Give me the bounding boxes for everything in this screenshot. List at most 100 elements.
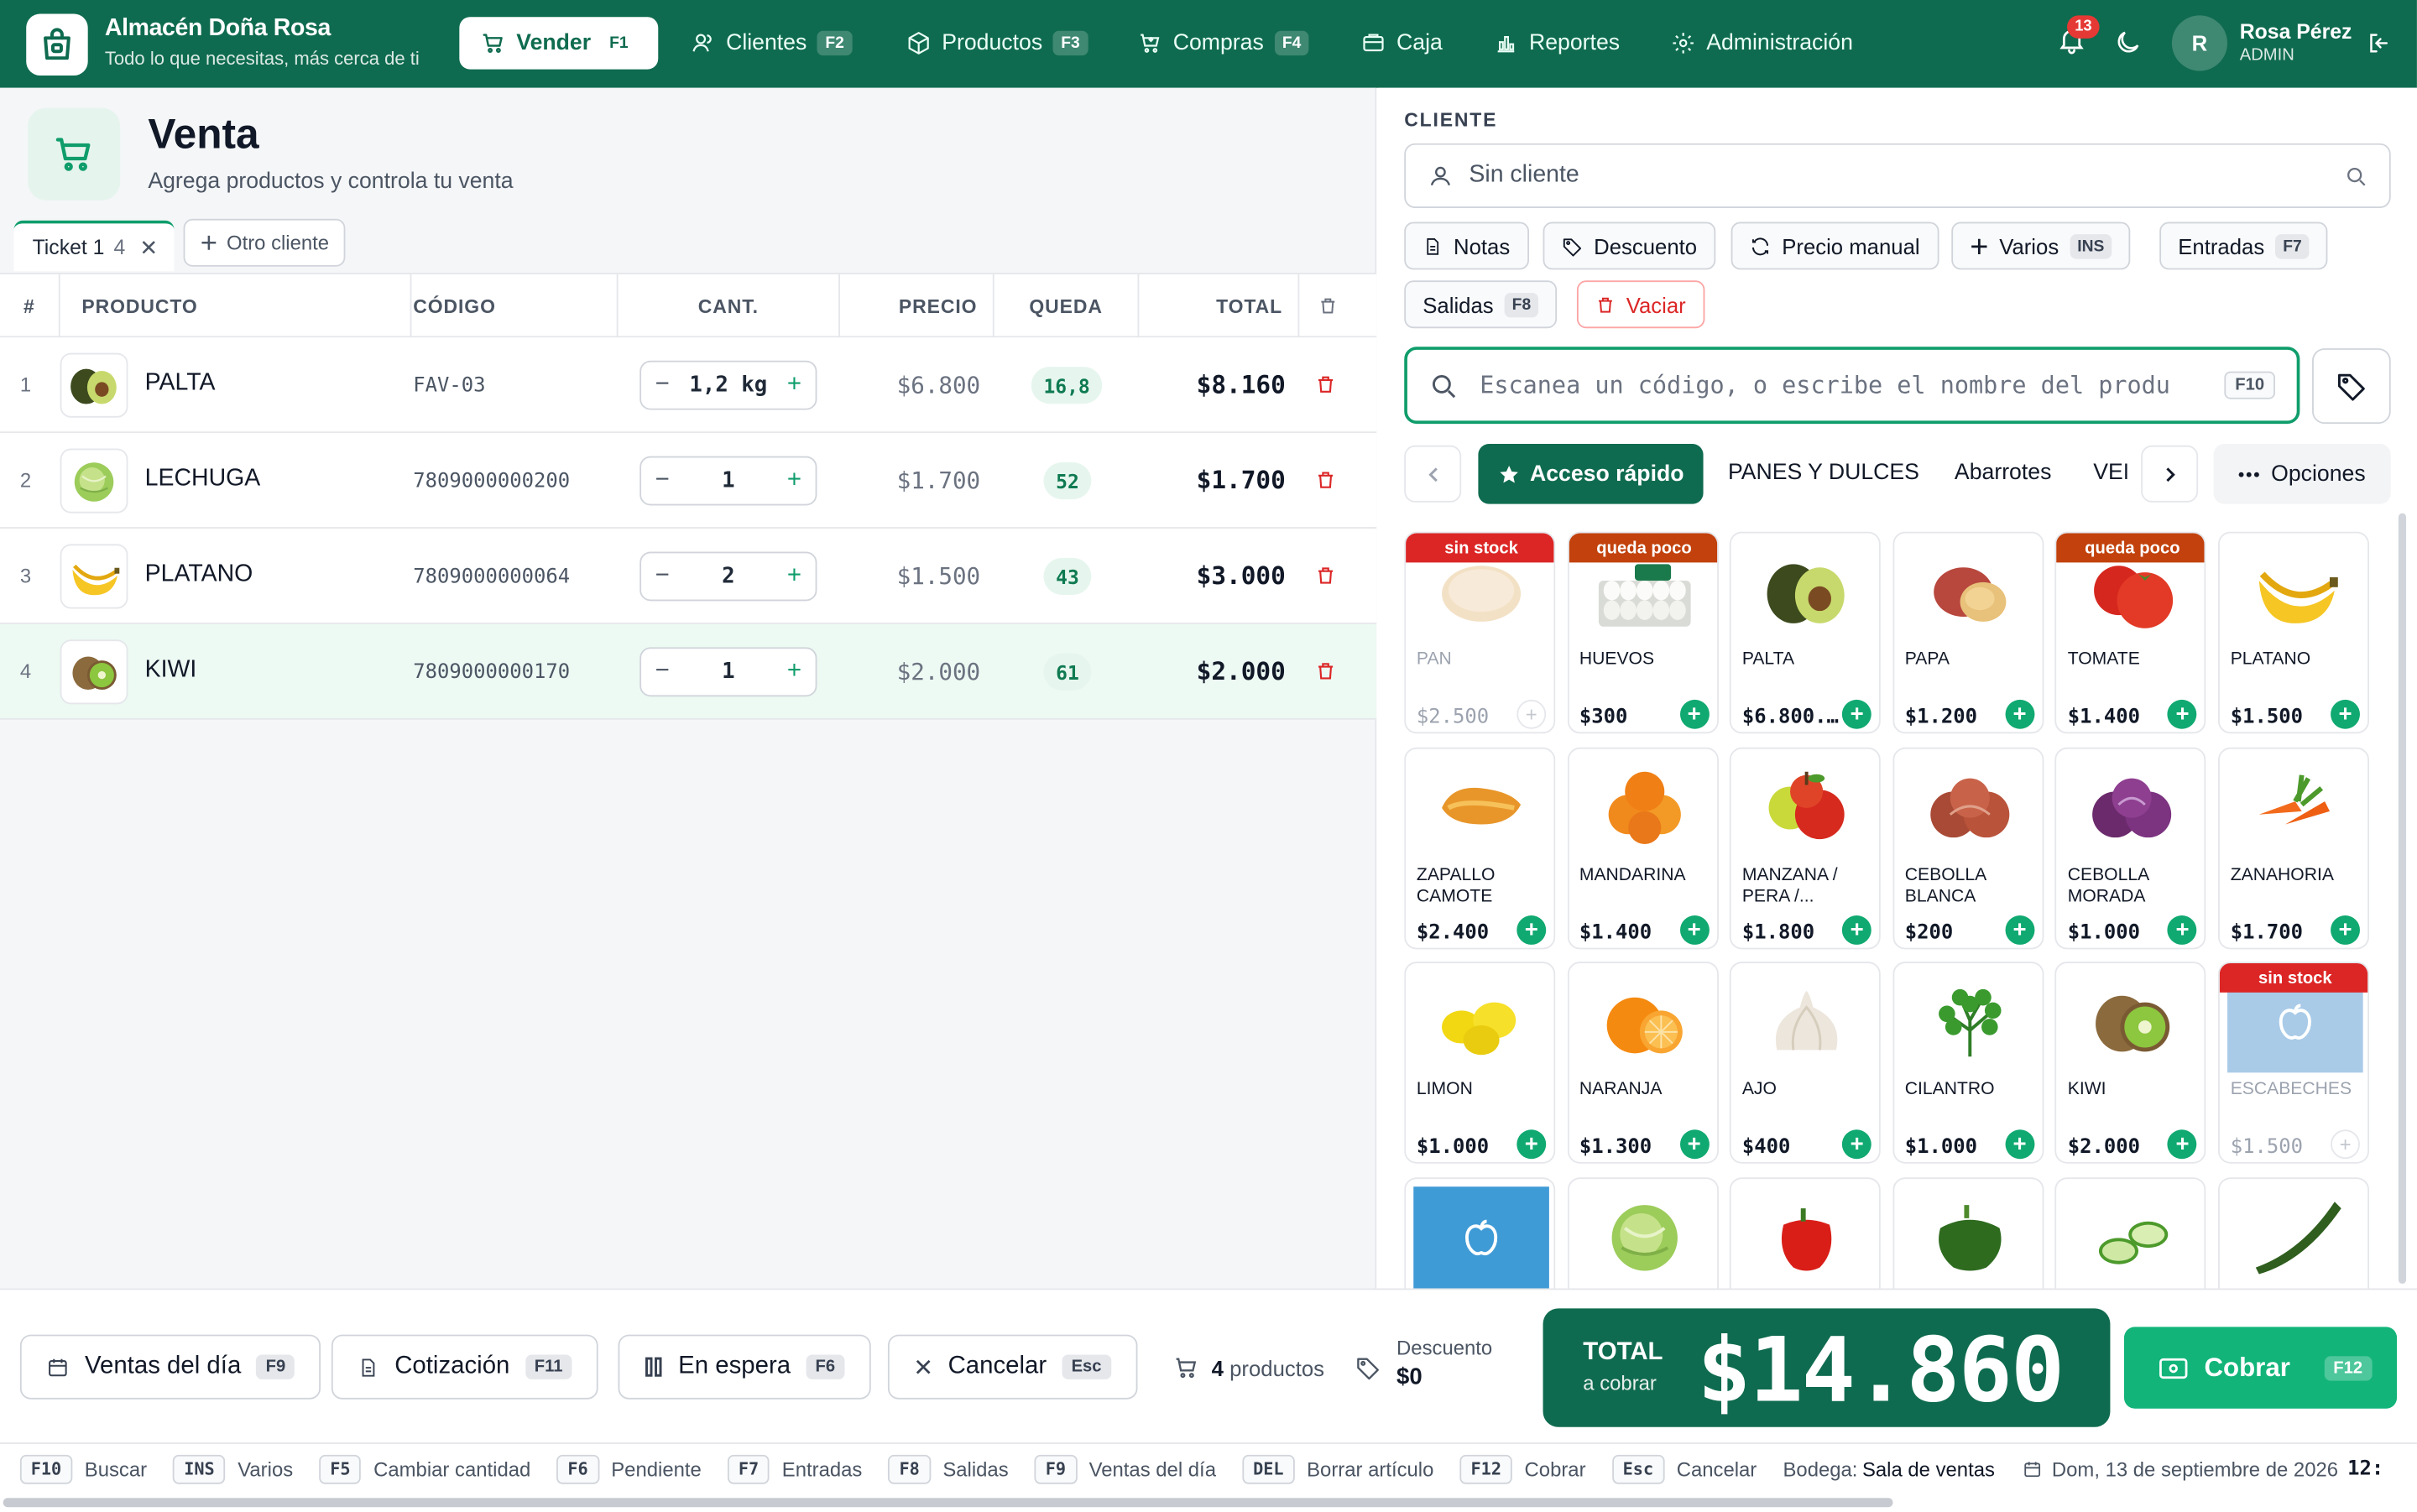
product-card[interactable] xyxy=(1730,1176,1882,1289)
product-card[interactable]: CILANTRO $1.000 + xyxy=(1892,962,2044,1164)
delete-row-trash-icon[interactable] xyxy=(1315,373,1337,396)
nav-administración[interactable]: Administración xyxy=(1649,17,1874,69)
product-card[interactable]: ZAPALLO CAMOTE $2.400 + xyxy=(1404,746,1556,949)
quantity-value[interactable]: 1,2 kg xyxy=(689,373,767,397)
add-to-cart-button[interactable]: + xyxy=(2005,699,2035,729)
manual-price-button[interactable]: Precio manual xyxy=(1731,222,1939,270)
table-row[interactable]: 3 PLATANO 7809000000064 − 2 + $1.500 43 … xyxy=(0,528,1377,624)
product-card[interactable]: queda poco HUEVOS $300 + xyxy=(1567,531,1719,734)
product-card[interactable]: MANDARINA $1.400 + xyxy=(1567,746,1719,949)
delete-row-trash-icon[interactable] xyxy=(1315,564,1337,587)
add-to-cart-button[interactable]: + xyxy=(2005,1129,2035,1160)
product-card[interactable] xyxy=(2055,1176,2207,1289)
product-card[interactable]: KIWI $2.000 + xyxy=(2055,962,2207,1164)
categories-prev-button[interactable] xyxy=(1404,445,1462,503)
product-card[interactable]: queda poco TOMATE $1.400 + xyxy=(2055,531,2207,734)
add-to-cart-button[interactable]: + xyxy=(2331,699,2360,729)
increment-button[interactable]: + xyxy=(787,562,801,590)
product-card[interactable]: PAPA $1.200 + xyxy=(1892,531,2044,734)
product-card[interactable]: MANZANA / PERA /... $1.800 + xyxy=(1730,746,1882,949)
product-card[interactable] xyxy=(1404,1176,1556,1289)
client-search-input[interactable]: Sin cliente xyxy=(1404,143,2391,208)
nav-productos[interactable]: Productos F3 xyxy=(885,17,1109,69)
product-card[interactable]: PLATANO $1.500 + xyxy=(2218,531,2370,734)
add-to-cart-button[interactable]: + xyxy=(2005,915,2035,944)
add-to-cart-button[interactable]: + xyxy=(1679,1129,1710,1160)
options-button[interactable]: Opciones xyxy=(2213,443,2391,504)
add-to-cart-button[interactable]: + xyxy=(1516,1129,1547,1160)
quantity-value[interactable]: 1 xyxy=(722,468,734,493)
decrement-button[interactable]: − xyxy=(655,562,670,590)
product-card[interactable] xyxy=(1567,1176,1719,1289)
decrement-button[interactable]: − xyxy=(655,658,670,686)
product-card[interactable]: sin stock ESCABECHES $1.500 + xyxy=(2218,962,2370,1164)
outputs-button[interactable]: Salidas F8 xyxy=(1404,280,1558,329)
add-to-cart-button[interactable]: + xyxy=(2331,915,2360,944)
table-row[interactable]: 4 KIWI 7809000000170 − 1 + $2.000 61 $2.… xyxy=(0,623,1377,720)
product-card[interactable]: CEBOLLA MORADA $1.000 + xyxy=(2055,746,2207,949)
add-to-cart-button[interactable]: + xyxy=(1842,915,1872,944)
price-tag-button[interactable] xyxy=(2312,348,2391,425)
add-to-cart-button[interactable]: + xyxy=(1516,915,1547,944)
categories-next-button[interactable] xyxy=(2141,445,2199,503)
horizontal-scrollbar[interactable] xyxy=(3,1498,1893,1508)
ticket-tab[interactable]: Ticket 1 4 xyxy=(13,220,175,272)
pay-button[interactable]: Cobrar F12 xyxy=(2123,1327,2398,1409)
product-card[interactable] xyxy=(1892,1176,2044,1289)
category-tab[interactable]: Abarrotes xyxy=(1955,461,2051,485)
product-card[interactable] xyxy=(2218,1176,2370,1289)
delete-row-trash-icon[interactable] xyxy=(1315,468,1337,492)
product-search-input[interactable]: Escanea un código, o escribe el nombre d… xyxy=(1404,347,2300,425)
increment-button[interactable]: + xyxy=(787,658,801,686)
add-to-cart-button[interactable]: + xyxy=(2168,699,2198,729)
cancel-sale-button[interactable]: Cancelar Esc xyxy=(887,1334,1137,1400)
notes-button[interactable]: Notas xyxy=(1404,222,1529,270)
nav-compras[interactable]: Compras F4 xyxy=(1116,17,1330,69)
user-avatar[interactable]: R xyxy=(2171,15,2228,71)
add-to-cart-button[interactable]: + xyxy=(1679,915,1710,944)
misc-button[interactable]: Varios INS xyxy=(1951,222,2131,270)
product-card[interactable]: ZANAHORIA $1.700 + xyxy=(2218,746,2370,949)
add-to-cart-button[interactable]: + xyxy=(2168,915,2198,944)
increment-button[interactable]: + xyxy=(787,467,801,495)
table-row[interactable]: 2 LECHUGA 7809000000200 − 1 + $1.700 52 … xyxy=(0,433,1377,529)
category-tab[interactable]: PANES Y DULCES xyxy=(1728,461,1919,485)
discount-button[interactable]: Descuento xyxy=(1543,222,1716,270)
add-to-cart-button[interactable]: + xyxy=(2331,1129,2360,1160)
quick-access-tab[interactable]: Acceso rápido xyxy=(1478,443,1704,504)
close-icon[interactable] xyxy=(141,239,158,256)
search-icon[interactable] xyxy=(2345,165,2368,189)
inputs-button[interactable]: Entradas F7 xyxy=(2159,222,2328,270)
decrement-button[interactable]: − xyxy=(655,372,670,399)
product-grid-scrollbar[interactable] xyxy=(2398,513,2407,1284)
on-hold-button[interactable]: En espera F6 xyxy=(618,1334,871,1400)
nav-reportes[interactable]: Reportes xyxy=(1472,17,1642,69)
clear-cart-trash-icon[interactable] xyxy=(1299,274,1355,337)
add-to-cart-button[interactable]: + xyxy=(1516,699,1547,729)
nav-caja[interactable]: Caja xyxy=(1339,17,1464,69)
logout-icon[interactable] xyxy=(2366,31,2390,55)
nav-clientes[interactable]: Clientes F2 xyxy=(669,17,874,69)
product-card[interactable]: CEBOLLA BLANCA $200 + xyxy=(1892,746,2044,949)
product-card[interactable]: AJO $400 + xyxy=(1730,962,1882,1164)
quantity-value[interactable]: 2 xyxy=(722,564,734,588)
add-to-cart-button[interactable]: + xyxy=(2168,1129,2198,1160)
decrement-button[interactable]: − xyxy=(655,467,670,495)
empty-cart-button[interactable]: Vaciar xyxy=(1576,280,1704,329)
dark-mode-moon-icon[interactable] xyxy=(2113,28,2143,57)
store-logo-icon[interactable] xyxy=(26,13,88,76)
product-card[interactable]: PALTA $6.800... + xyxy=(1730,531,1882,734)
product-card[interactable]: NARANJA $1.300 + xyxy=(1567,962,1719,1164)
increment-button[interactable]: + xyxy=(787,372,801,399)
delete-row-trash-icon[interactable] xyxy=(1315,660,1337,683)
product-card[interactable]: LIMON $1.000 + xyxy=(1404,962,1556,1164)
quote-button[interactable]: Cotización F11 xyxy=(331,1334,598,1400)
add-to-cart-button[interactable]: + xyxy=(1842,1129,1872,1160)
table-row[interactable]: 1 PALTA FAV-03 − 1,2 kg + $6.800 16,8 $8… xyxy=(0,337,1377,434)
quantity-value[interactable]: 1 xyxy=(722,660,734,684)
category-tab[interactable]: VEI xyxy=(2093,461,2127,485)
add-to-cart-button[interactable]: + xyxy=(1679,699,1710,729)
discount-value[interactable]: $0 xyxy=(1396,1363,1423,1389)
daily-sales-button[interactable]: Ventas del día F9 xyxy=(19,1334,321,1400)
new-ticket-button[interactable]: Otro cliente xyxy=(183,218,347,267)
